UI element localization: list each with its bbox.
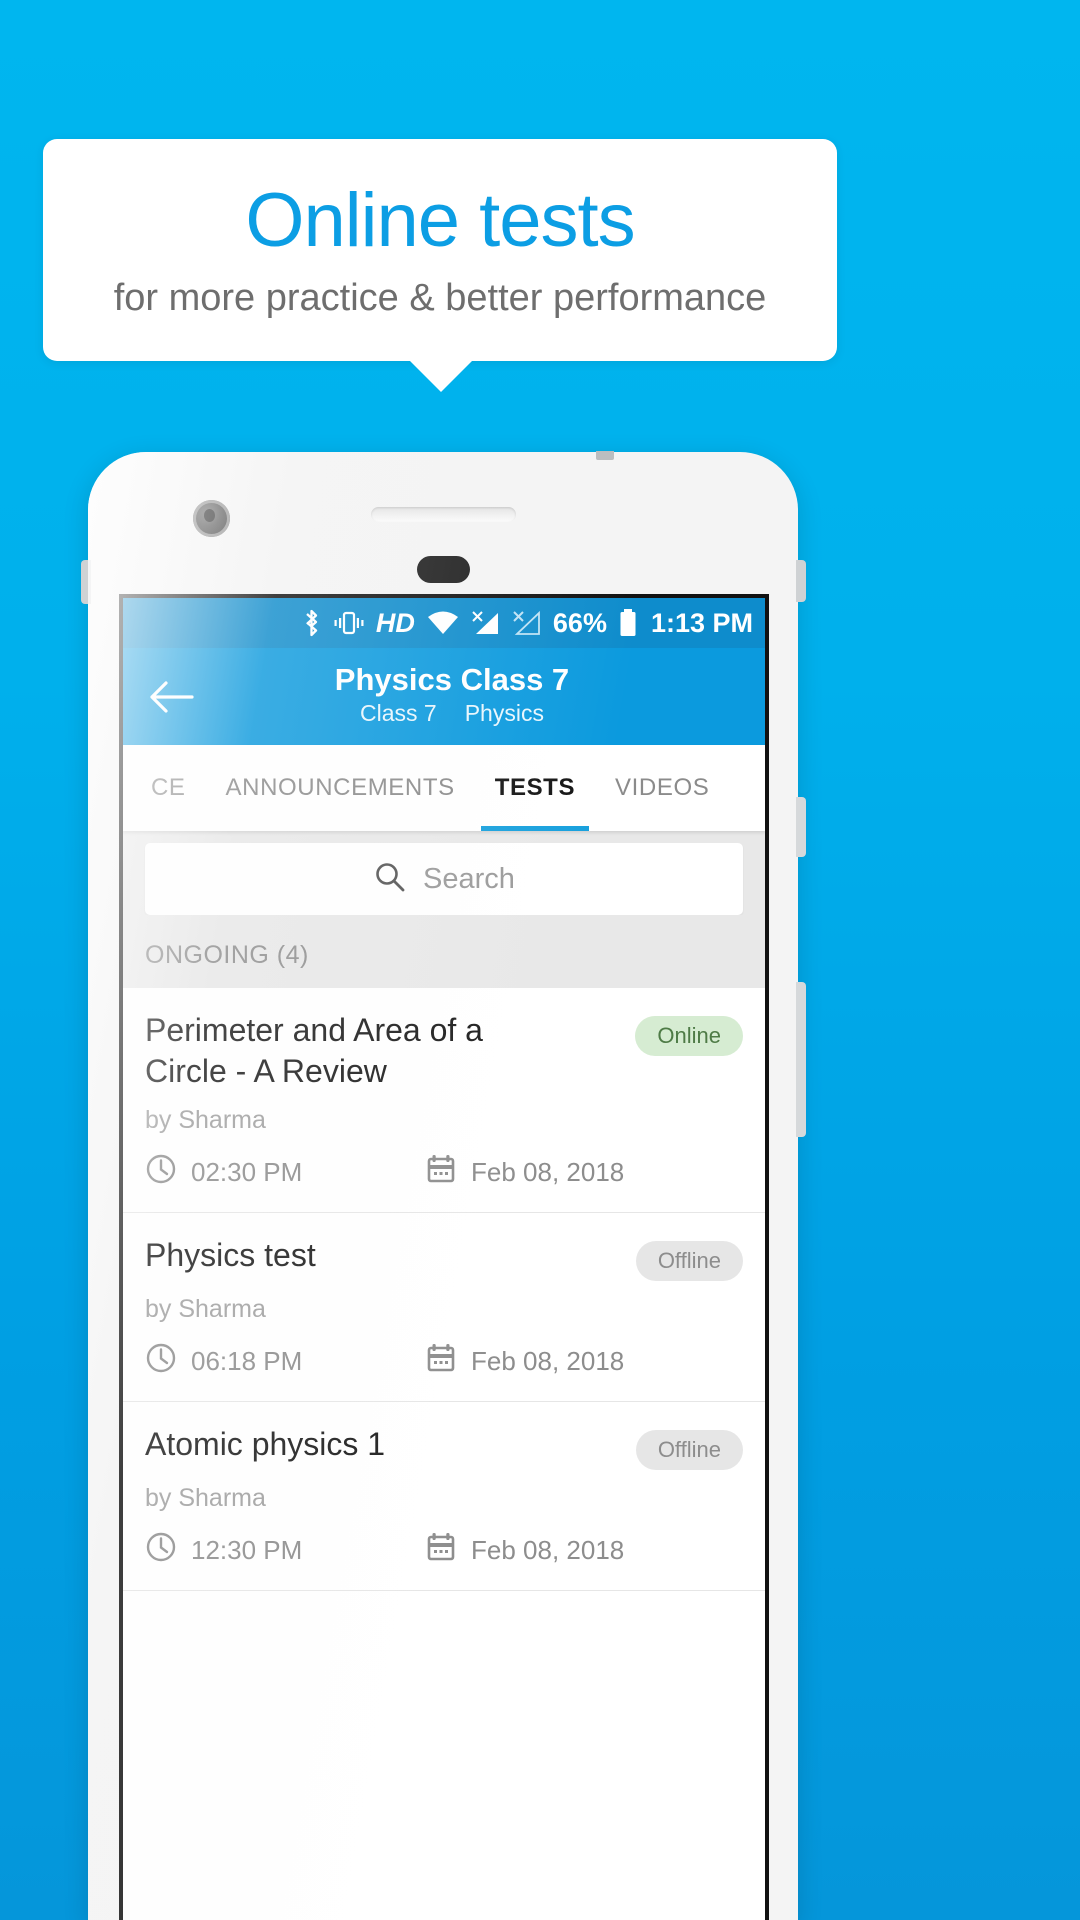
app-bar: Physics Class 7 Class 7 Physics bbox=[123, 648, 765, 745]
proximity-sensor bbox=[417, 556, 470, 583]
test-author: by Sharma bbox=[145, 1105, 266, 1134]
promo-title: Online tests bbox=[245, 178, 635, 263]
clock-label: 1:13 PM bbox=[650, 607, 753, 638]
test-date-label: Feb 08, 2018 bbox=[471, 1534, 625, 1565]
vibrate-icon bbox=[333, 609, 365, 637]
search-icon bbox=[373, 860, 407, 899]
test-time-label: 02:30 PM bbox=[191, 1156, 303, 1187]
clock-icon bbox=[145, 1531, 177, 1570]
front-camera-icon bbox=[193, 500, 230, 537]
battery-icon bbox=[618, 608, 638, 638]
battery-percent-label: 66% bbox=[552, 607, 607, 638]
tab-videos[interactable]: VIDEOS bbox=[595, 745, 729, 831]
test-date-label: Feb 08, 2018 bbox=[471, 1345, 625, 1376]
back-button[interactable] bbox=[143, 672, 199, 722]
test-time: 06:18 PM bbox=[145, 1342, 425, 1381]
promo-subtitle: for more practice & better performance bbox=[113, 277, 767, 319]
wifi-icon bbox=[426, 610, 460, 636]
test-time-label: 06:18 PM bbox=[191, 1345, 303, 1376]
test-title: Atomic physics 1 bbox=[145, 1425, 386, 1462]
breadcrumb-class: Class 7 bbox=[360, 699, 437, 726]
signal-2-icon bbox=[512, 610, 542, 636]
camera-lens bbox=[204, 509, 215, 522]
breadcrumb: Class 7 Physics bbox=[139, 697, 765, 730]
test-time: 02:30 PM bbox=[145, 1153, 425, 1192]
bluetooth-icon bbox=[302, 608, 322, 638]
list-item[interactable]: Atomic physics 1 Offline by Sharma 12:30… bbox=[123, 1402, 765, 1591]
phone-power-button bbox=[796, 797, 806, 857]
status-badge: Offline bbox=[635, 1429, 743, 1470]
item-header: Perimeter and Area of a Circle - A Revie… bbox=[145, 1010, 743, 1092]
item-meta: 06:18 PM Feb 08, 2018 bbox=[145, 1342, 743, 1381]
phone-mockup: HD 66% 1:13 PM Physics Class 7 Class 7 P… bbox=[81, 451, 806, 1920]
status-badge: Offline bbox=[635, 1240, 743, 1281]
tab-ce[interactable]: CE bbox=[123, 745, 206, 831]
tests-list: Perimeter and Area of a Circle - A Revie… bbox=[123, 988, 765, 1591]
test-date-label: Feb 08, 2018 bbox=[471, 1156, 625, 1187]
phone-volume-button bbox=[796, 982, 806, 1137]
section-header-ongoing: ONGOING (4) bbox=[123, 915, 765, 988]
test-time-label: 12:30 PM bbox=[191, 1534, 303, 1565]
clock-icon bbox=[145, 1153, 177, 1192]
item-header: Atomic physics 1 Offline bbox=[145, 1424, 743, 1470]
search-input[interactable]: Search bbox=[145, 843, 743, 915]
test-title: Physics test bbox=[145, 1236, 316, 1273]
test-time: 12:30 PM bbox=[145, 1531, 425, 1570]
clock-icon bbox=[145, 1342, 177, 1381]
tab-announcements[interactable]: ANNOUNCEMENTS bbox=[206, 745, 475, 831]
promo-callout: Online tests for more practice & better … bbox=[43, 139, 837, 361]
test-title: Perimeter and Area of a Circle - A Revie… bbox=[145, 1012, 483, 1089]
item-meta: 02:30 PM Feb 08, 2018 bbox=[145, 1153, 743, 1192]
test-date: Feb 08, 2018 bbox=[425, 1342, 624, 1381]
status-badge: Online bbox=[635, 1016, 743, 1056]
breadcrumb-subject: Physics bbox=[464, 699, 544, 726]
hd-icon: HD bbox=[375, 607, 415, 638]
calendar-icon bbox=[425, 1531, 457, 1570]
tab-bar: CE ANNOUNCEMENTS TESTS VIDEOS bbox=[123, 745, 765, 831]
page-title: Physics Class 7 bbox=[334, 661, 570, 697]
item-header: Physics test Offline bbox=[145, 1235, 743, 1281]
phone-screen: HD 66% 1:13 PM Physics Class 7 Class 7 P… bbox=[119, 594, 769, 1920]
phone-right-button-1 bbox=[796, 560, 806, 602]
phone-top-notch bbox=[596, 451, 614, 460]
test-date: Feb 08, 2018 bbox=[425, 1153, 624, 1192]
search-placeholder: Search bbox=[423, 862, 515, 895]
search-area: Search bbox=[123, 831, 765, 915]
phone-left-button bbox=[81, 560, 91, 604]
test-date: Feb 08, 2018 bbox=[425, 1531, 624, 1570]
list-item[interactable]: Perimeter and Area of a Circle - A Revie… bbox=[123, 988, 765, 1213]
calendar-icon bbox=[425, 1342, 457, 1381]
item-meta: 12:30 PM Feb 08, 2018 bbox=[145, 1531, 743, 1570]
test-author: by Sharma bbox=[145, 1294, 266, 1323]
test-author: by Sharma bbox=[145, 1483, 266, 1512]
promo-screenshot: Online tests for more practice & better … bbox=[0, 0, 1080, 1920]
calendar-icon bbox=[425, 1153, 457, 1192]
signal-1-icon bbox=[471, 610, 501, 636]
arrow-left-icon bbox=[150, 681, 194, 713]
callout-tail bbox=[409, 360, 473, 392]
earpiece-speaker bbox=[371, 507, 516, 522]
list-item[interactable]: Physics test Offline by Sharma 06:18 PM … bbox=[123, 1213, 765, 1402]
status-bar: HD 66% 1:13 PM bbox=[123, 598, 765, 648]
tab-tests[interactable]: TESTS bbox=[475, 745, 595, 831]
app-bar-titles: Physics Class 7 Class 7 Physics bbox=[123, 661, 765, 730]
